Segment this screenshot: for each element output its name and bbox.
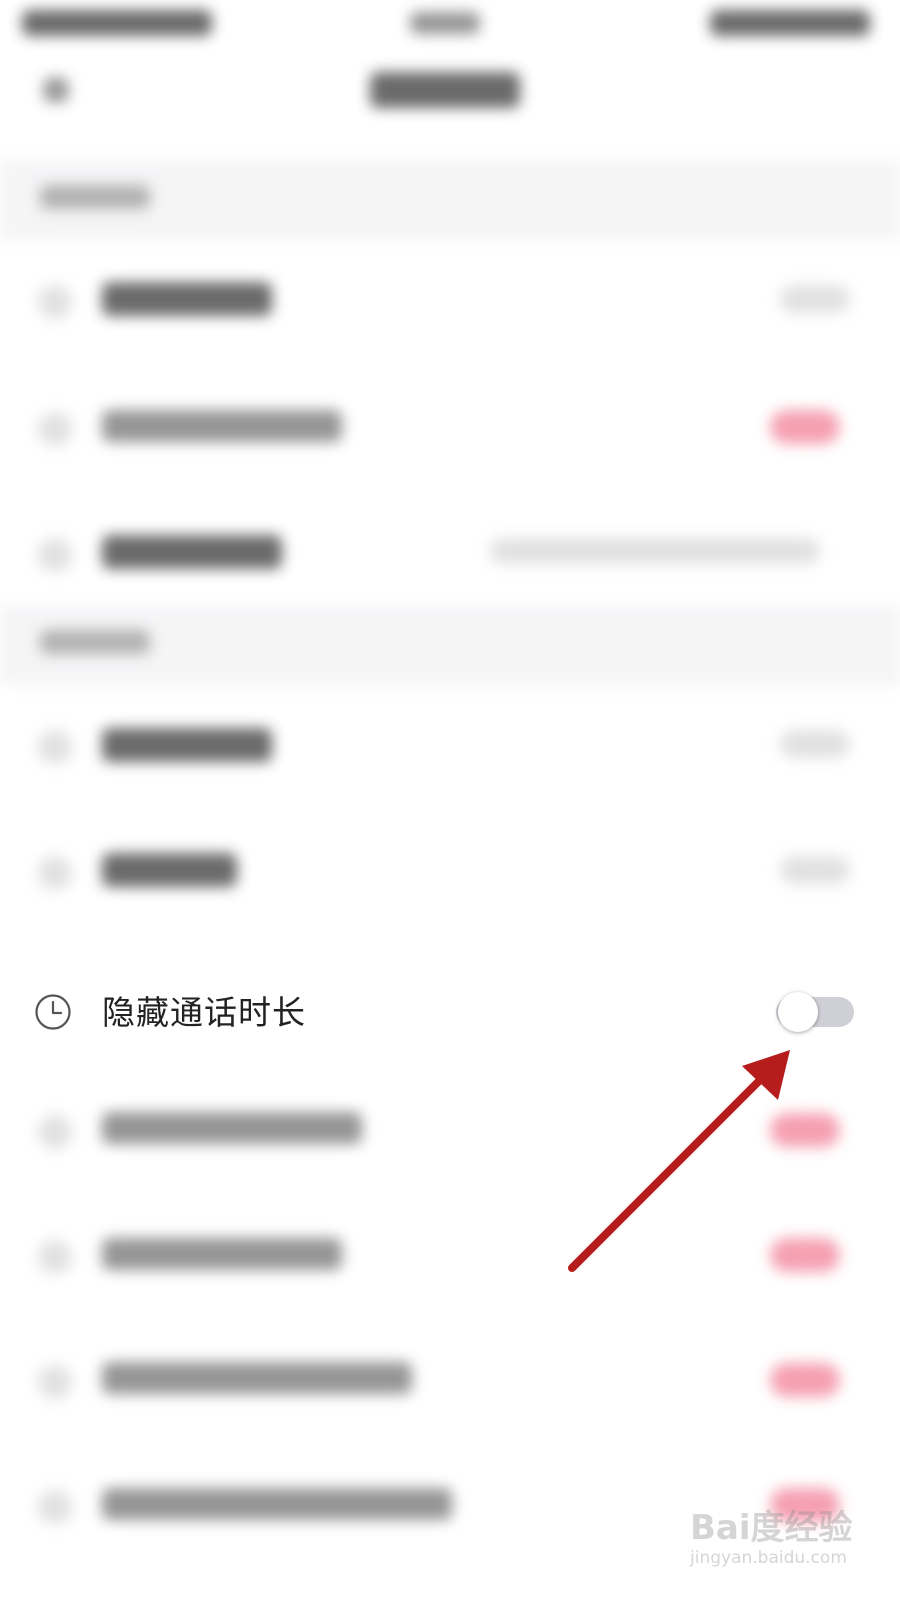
row-label [102, 1112, 362, 1144]
row-label [102, 728, 272, 762]
row-label [102, 535, 282, 569]
row-value [490, 538, 820, 564]
page-title [370, 72, 520, 108]
row-label [102, 410, 342, 442]
row-icon [38, 538, 72, 572]
section-title-2 [40, 630, 150, 654]
setting-label: 隐藏通话时长 [102, 993, 306, 1032]
settings-screen: 隐藏通话时长 Bai度经验 jingyan.baidu.com [0, 0, 900, 1600]
row-toggle[interactable] [780, 856, 850, 884]
baidu-jingyan-watermark: Bai度经验 jingyan.baidu.com [690, 1500, 880, 1580]
section-title-1 [40, 185, 150, 209]
watermark-url: jingyan.baidu.com [690, 1548, 847, 1568]
row-icon [38, 1490, 72, 1524]
status-bar-right [710, 10, 870, 36]
row-icon [38, 1115, 72, 1149]
back-button[interactable] [44, 78, 68, 102]
row-icon [38, 285, 72, 319]
row-label [102, 1362, 412, 1394]
clock-icon [35, 994, 71, 1030]
row-toggle-on[interactable] [770, 1113, 840, 1147]
row-label [102, 1238, 342, 1270]
row-icon [38, 1240, 72, 1274]
row-icon [38, 1365, 72, 1399]
status-bar-center [410, 12, 480, 34]
row-label [102, 853, 237, 887]
watermark-brand: Bai度经验 [690, 1508, 853, 1548]
row-icon [38, 412, 72, 446]
blurred-background [0, 0, 900, 1600]
toggle-knob[interactable] [778, 992, 818, 1032]
row-icon [38, 730, 72, 764]
row-toggle-on[interactable] [770, 1238, 840, 1272]
row-toggle-on[interactable] [770, 1363, 840, 1397]
row-icon [38, 856, 72, 890]
row-toggle[interactable] [780, 285, 850, 313]
row-label [102, 1488, 452, 1520]
row-toggle-on[interactable] [770, 410, 840, 444]
row-label [102, 282, 272, 316]
row-toggle[interactable] [780, 730, 850, 758]
status-bar-left [22, 10, 212, 36]
